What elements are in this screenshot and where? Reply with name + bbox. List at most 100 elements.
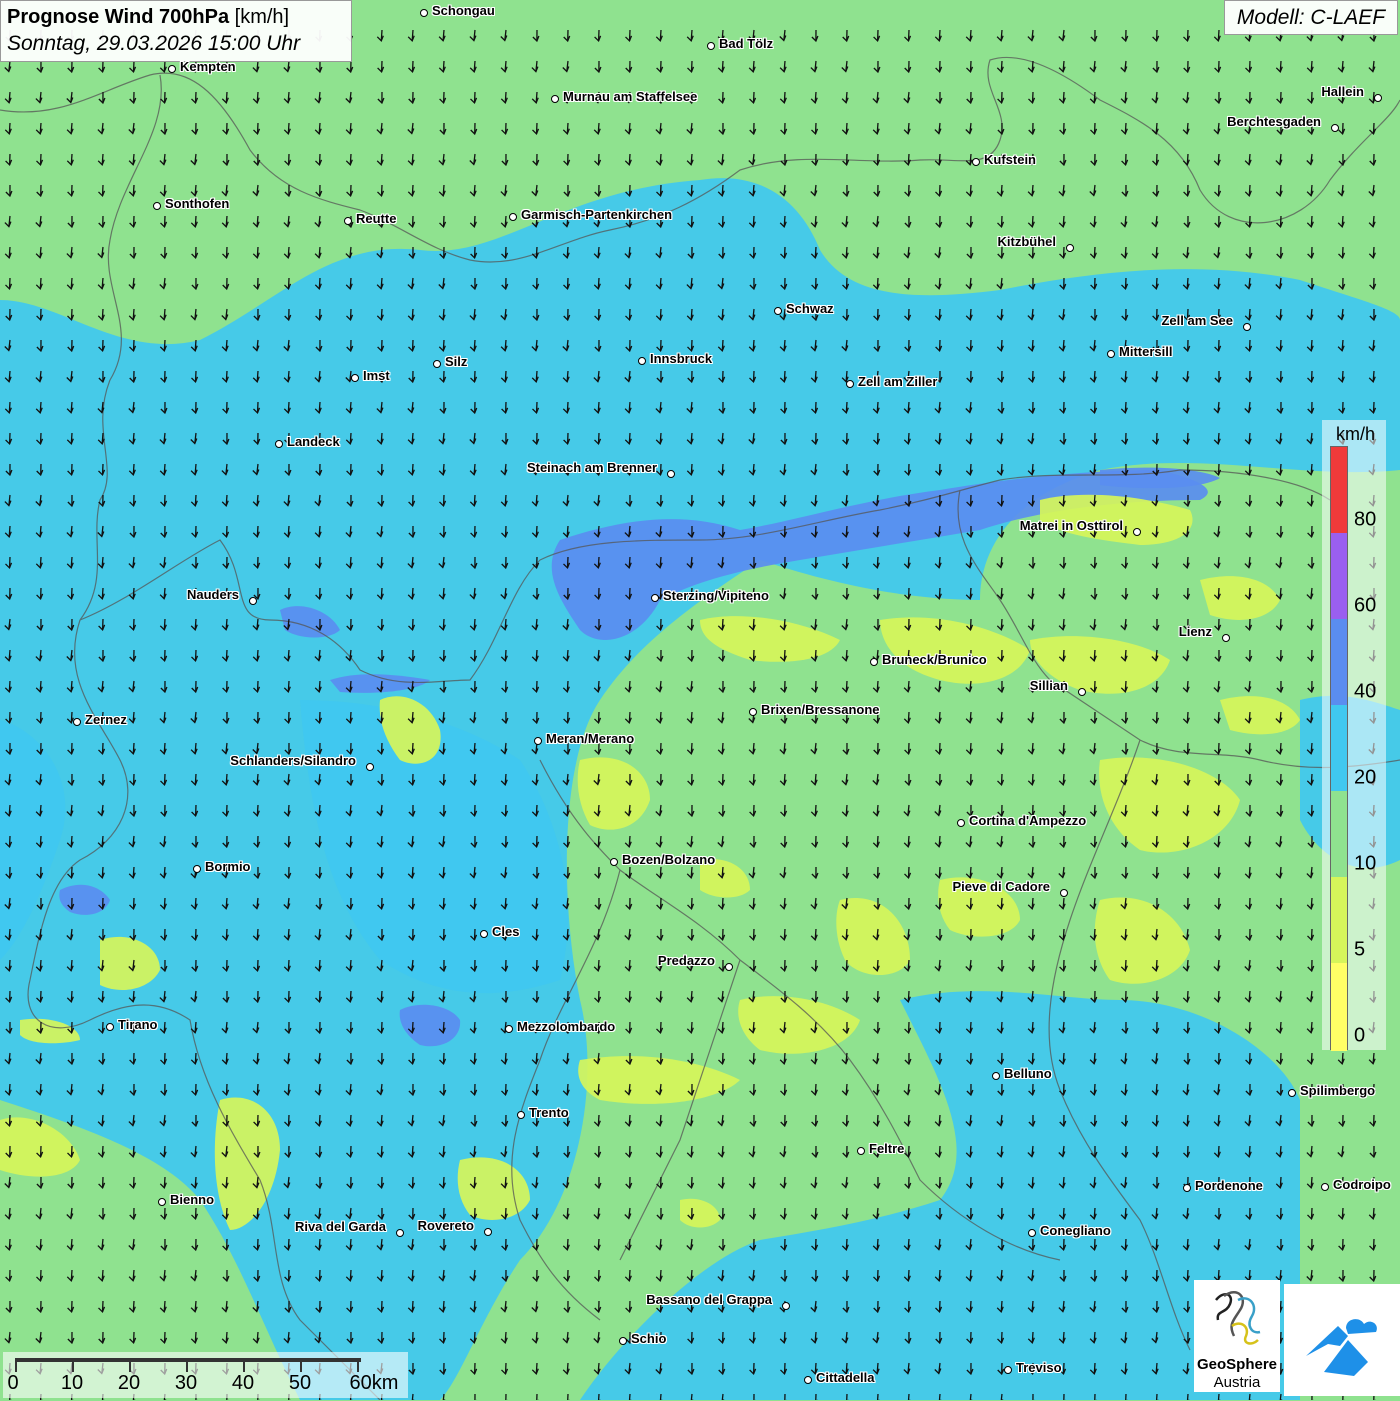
city-label: Rovereto <box>418 1218 474 1233</box>
legend-unit: km/h <box>1336 424 1375 445</box>
city-label: Riva del Garda <box>295 1219 386 1234</box>
city-dot <box>857 1147 865 1155</box>
city-label: Sonthofen <box>165 196 229 211</box>
geosphere-logo-subtext: Austria <box>1194 1374 1280 1391</box>
city-dot <box>193 865 201 873</box>
city-dot <box>396 1229 404 1237</box>
city-label: Lienz <box>1179 624 1212 639</box>
legend-segment-80plus <box>1331 447 1347 533</box>
city-dot <box>804 1376 812 1384</box>
city-label: Imst <box>363 368 390 383</box>
city-dot <box>249 597 257 605</box>
city-label: Belluno <box>1004 1066 1052 1081</box>
scale-label-10: 10 <box>61 1372 83 1395</box>
city-label: Brixen/Bressanone <box>761 702 880 717</box>
city-label: Kempten <box>180 59 236 74</box>
city-label: Schongau <box>432 3 495 18</box>
city-dot <box>1243 323 1251 331</box>
city-label: Pordenone <box>1195 1178 1263 1193</box>
wind-arrow <box>568 1394 569 1400</box>
city-dot <box>870 658 878 666</box>
wind-arrow <box>1126 1394 1127 1400</box>
city-dot <box>344 217 352 225</box>
city-label: Spilimbergo <box>1300 1083 1375 1098</box>
city-dot <box>168 65 176 73</box>
scale-label-0: 0 <box>7 1372 18 1395</box>
city-dot <box>1331 124 1339 132</box>
city-dot <box>846 380 854 388</box>
city-label: Hallein <box>1321 84 1364 99</box>
city-label: Predazzo <box>658 953 715 968</box>
city-label: Bad Tölz <box>719 36 773 51</box>
city-label: Schwaz <box>786 301 834 316</box>
city-label: Trento <box>529 1105 569 1120</box>
geosphere-logo-text: GeoSphere <box>1194 1356 1280 1373</box>
scale-tick <box>186 1362 188 1372</box>
city-label: Schlanders/Silandro <box>230 753 356 768</box>
scale-tick <box>129 1362 131 1372</box>
city-label: Bozen/Bolzano <box>622 852 715 867</box>
city-label: Zernez <box>85 712 127 727</box>
scale-label-50: 50 <box>289 1372 311 1395</box>
scale-tick <box>243 1362 245 1372</box>
city-label: Reutte <box>356 211 396 226</box>
forecast-datetime: Sonntag, 29.03.2026 15:00 Uhr <box>7 30 345 58</box>
map-title-unit: [km/h] <box>235 6 289 28</box>
city-dot <box>957 819 965 827</box>
city-dot <box>505 1025 513 1033</box>
city-label: Bruneck/Brunico <box>882 652 987 667</box>
city-label: Treviso <box>1016 1360 1062 1375</box>
city-label: Schio <box>631 1331 666 1346</box>
legend-label-20: 20 <box>1354 767 1376 790</box>
city-dot <box>619 1337 627 1345</box>
app-logo[interactable] <box>1284 1284 1400 1396</box>
city-dot <box>972 158 980 166</box>
city-dot <box>610 858 618 866</box>
city-dot <box>1183 1184 1191 1192</box>
city-dot <box>1066 244 1074 252</box>
legend-label-80: 80 <box>1354 509 1376 532</box>
wind-arrow <box>877 1394 878 1400</box>
city-dot <box>782 1302 790 1310</box>
city-label: Zell am Ziller <box>858 374 937 389</box>
city-dot <box>351 374 359 382</box>
city-label: Tirano <box>118 1017 158 1032</box>
city-dot <box>1107 350 1115 358</box>
scale-tick <box>72 1362 74 1372</box>
geosphere-logo-icon <box>1194 1280 1280 1354</box>
wind-arrow <box>1156 1394 1157 1400</box>
map-title: Prognose Wind 700hPa [km/h] <box>7 4 345 30</box>
wind-arrow <box>629 1394 630 1400</box>
city-dot <box>551 95 559 103</box>
city-dot <box>275 440 283 448</box>
legend-label-0: 0 <box>1354 1025 1365 1048</box>
legend-segment-10-20 <box>1331 791 1347 877</box>
wind-arrow <box>1187 1394 1188 1400</box>
city-dot <box>158 1198 166 1206</box>
city-dot <box>480 930 488 938</box>
legend-label-40: 40 <box>1354 681 1376 704</box>
city-dot <box>1222 634 1230 642</box>
scale-label-40: 40 <box>232 1372 254 1395</box>
city-dot <box>509 213 517 221</box>
city-dot <box>1321 1183 1329 1191</box>
legend-segment-5-10 <box>1331 877 1347 963</box>
city-dot <box>1078 688 1086 696</box>
mountain-cloud-app-icon <box>1284 1284 1400 1396</box>
city-dot <box>420 9 428 17</box>
city-label: Pieve di Cadore <box>952 879 1050 894</box>
city-dot <box>517 1111 525 1119</box>
scale-label-20: 20 <box>118 1372 140 1395</box>
city-label: Mezzolombardo <box>517 1019 615 1034</box>
legend-color-bar <box>1330 446 1348 1050</box>
city-dot <box>667 470 675 478</box>
city-dot <box>1374 94 1382 102</box>
legend-segment-40-60 <box>1331 619 1347 705</box>
city-label: Bassano del Grappa <box>646 1292 772 1307</box>
geosphere-logo[interactable]: GeoSphere Austria <box>1194 1280 1280 1392</box>
city-label: Silz <box>445 354 467 369</box>
wind-arrow <box>908 1394 909 1400</box>
wind-arrow <box>598 1394 599 1400</box>
city-dot <box>153 202 161 210</box>
title-box: Prognose Wind 700hPa [km/h] Sonntag, 29.… <box>0 0 352 62</box>
